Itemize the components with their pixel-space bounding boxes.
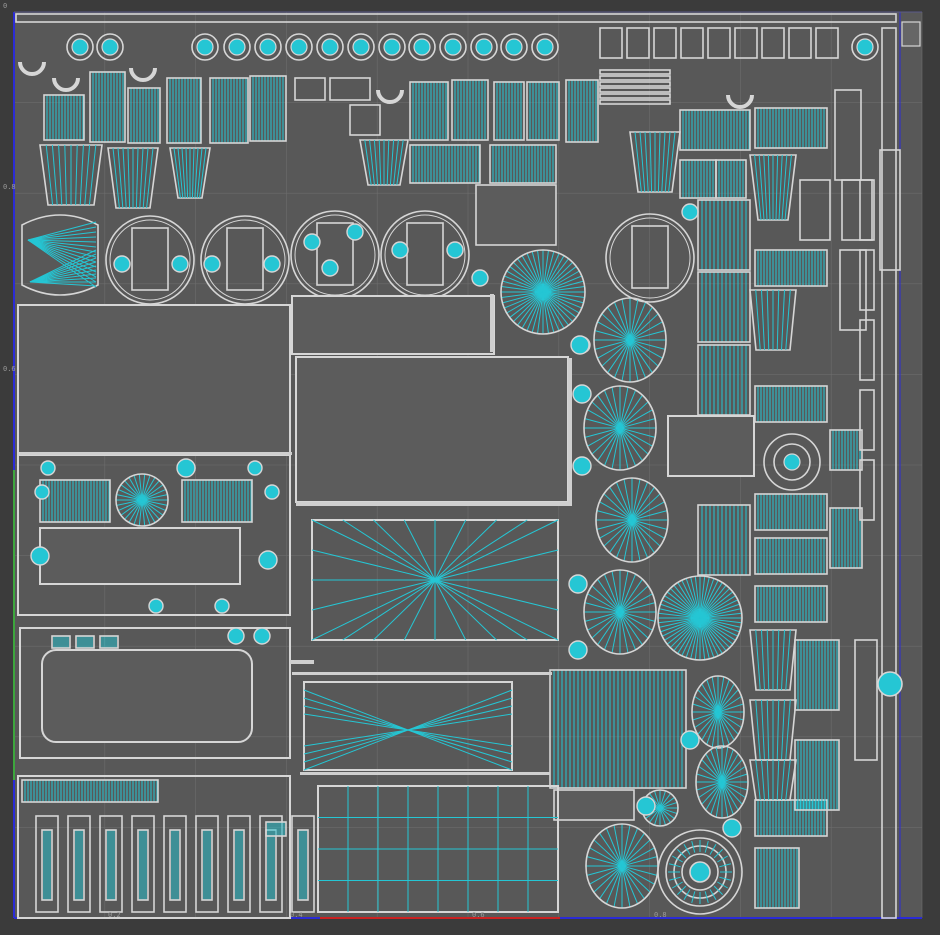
- uv-bolt-island: [570, 335, 590, 355]
- uv-bolt-island: [40, 460, 56, 476]
- uv-bolt-island: [203, 255, 221, 273]
- uv-bolt-island: [113, 255, 131, 273]
- uv-ring-island-inner: [505, 38, 523, 56]
- uv-ring-island: [877, 671, 903, 697]
- uv-hatched-island: [549, 669, 687, 789]
- uv-editor-viewport[interactable]: 0 0.8 0.6 0.2 0.4 0.6 0.8: [0, 0, 940, 935]
- uv-bolt-island: [303, 233, 321, 251]
- uv-flat-island: [475, 184, 557, 246]
- uv-bolt-island: [171, 255, 189, 273]
- uv-oval-fan-island: [583, 569, 657, 655]
- uv-bolt-island: [227, 627, 245, 645]
- uv-ring-island-inner: [383, 38, 401, 56]
- uv-radial-quad-island: [311, 519, 559, 641]
- ruler-label-bottom-4: 0.8: [654, 911, 667, 919]
- uv-bolt-island: [681, 203, 699, 221]
- uv-ring-island-inner: [413, 38, 431, 56]
- uv-oval-fan-island: [595, 477, 669, 563]
- uv-thin-strip-island: [300, 772, 550, 775]
- uv-bolt-island: [176, 458, 196, 478]
- uv-panel-island: [667, 415, 755, 477]
- uv-thin-strip-island: [20, 452, 292, 455]
- uv-bolt-island: [568, 640, 588, 660]
- uv-bolt-island: [34, 484, 50, 500]
- uv-bolt-island: [321, 259, 339, 277]
- uv-bolt-island: [471, 269, 489, 287]
- uv-ring-island-inner: [290, 38, 308, 56]
- uv-oval-fan-island: [585, 823, 659, 909]
- uv-bolt-island: [264, 484, 280, 500]
- uv-concentric-gear-ring: [689, 861, 711, 883]
- uv-ring-island-inner: [352, 38, 370, 56]
- uv-ring-island-inner: [71, 38, 89, 56]
- uv-bolt-island: [258, 550, 278, 570]
- uv-oval-fan-island: [593, 297, 667, 383]
- uv-oval-fan-island: [583, 385, 657, 471]
- uv-ring-island-inner: [101, 38, 119, 56]
- uv-bolt-island: [446, 241, 464, 259]
- uv-bolt-island: [247, 460, 263, 476]
- uv-ring-island-inner: [259, 38, 277, 56]
- uv-bolt-island: [148, 598, 164, 614]
- uv-oval-fan-island: [695, 745, 749, 819]
- uv-island-corner-block: [901, 21, 921, 47]
- uv-ring-island-inner: [196, 38, 214, 56]
- uv-ring-island-inner: [536, 38, 554, 56]
- uv-bolt-island: [253, 627, 271, 645]
- uv-small-island: [553, 789, 635, 821]
- uv-bolt-island: [722, 818, 742, 838]
- ruler-label-bottom-1: 0.2: [108, 911, 121, 919]
- uv-ring-island-inner: [475, 38, 493, 56]
- uv-ring-island-inner: [856, 38, 874, 56]
- uv-disc-fan-island: [657, 575, 743, 661]
- ruler-label-bottom-3: 0.6: [472, 911, 485, 919]
- uv-bolt-island: [391, 241, 409, 259]
- uv-ring-island-inner: [444, 38, 462, 56]
- uv-bolt-island: [680, 730, 700, 750]
- uv-bolt-island: [346, 223, 364, 241]
- uv-bolt-island: [636, 796, 656, 816]
- uv-thin-strip-island: [568, 358, 572, 506]
- uv-bolt-island: [263, 255, 281, 273]
- ruler-label-left-3: 0.6: [3, 365, 16, 373]
- uv-thin-strip-island: [296, 502, 568, 506]
- uv-thin-strip-island: [490, 294, 494, 352]
- uv-rounded-panel-island: [41, 649, 253, 743]
- uv-ring-island-inner: [321, 38, 339, 56]
- uv-panel-island: [39, 527, 241, 585]
- ruler-label-bottom-2: 0.4: [290, 911, 303, 919]
- uv-panel-island: [291, 295, 495, 355]
- uv-bolt-island: [572, 384, 592, 404]
- uv-thin-strip-island: [292, 672, 552, 675]
- ruler-label-left-2: 0.8: [3, 183, 16, 191]
- uv-bolt-island: [30, 546, 50, 566]
- ruler-label-left-1: 0: [3, 2, 8, 10]
- uv-thin-strip-island: [290, 660, 314, 664]
- uv-disc-fan-island: [500, 249, 586, 335]
- uv-ring-island-inner: [228, 38, 246, 56]
- uv-bolt-island: [568, 574, 588, 594]
- uv-layout-canvas[interactable]: [0, 0, 940, 935]
- uv-bolt-island: [572, 456, 592, 476]
- uv-gear-hub: [783, 453, 801, 471]
- uv-panel-island: [295, 356, 569, 503]
- uv-panel-island: [17, 304, 291, 454]
- uv-oval-fan-island: [691, 675, 745, 749]
- uv-bolt-island: [214, 598, 230, 614]
